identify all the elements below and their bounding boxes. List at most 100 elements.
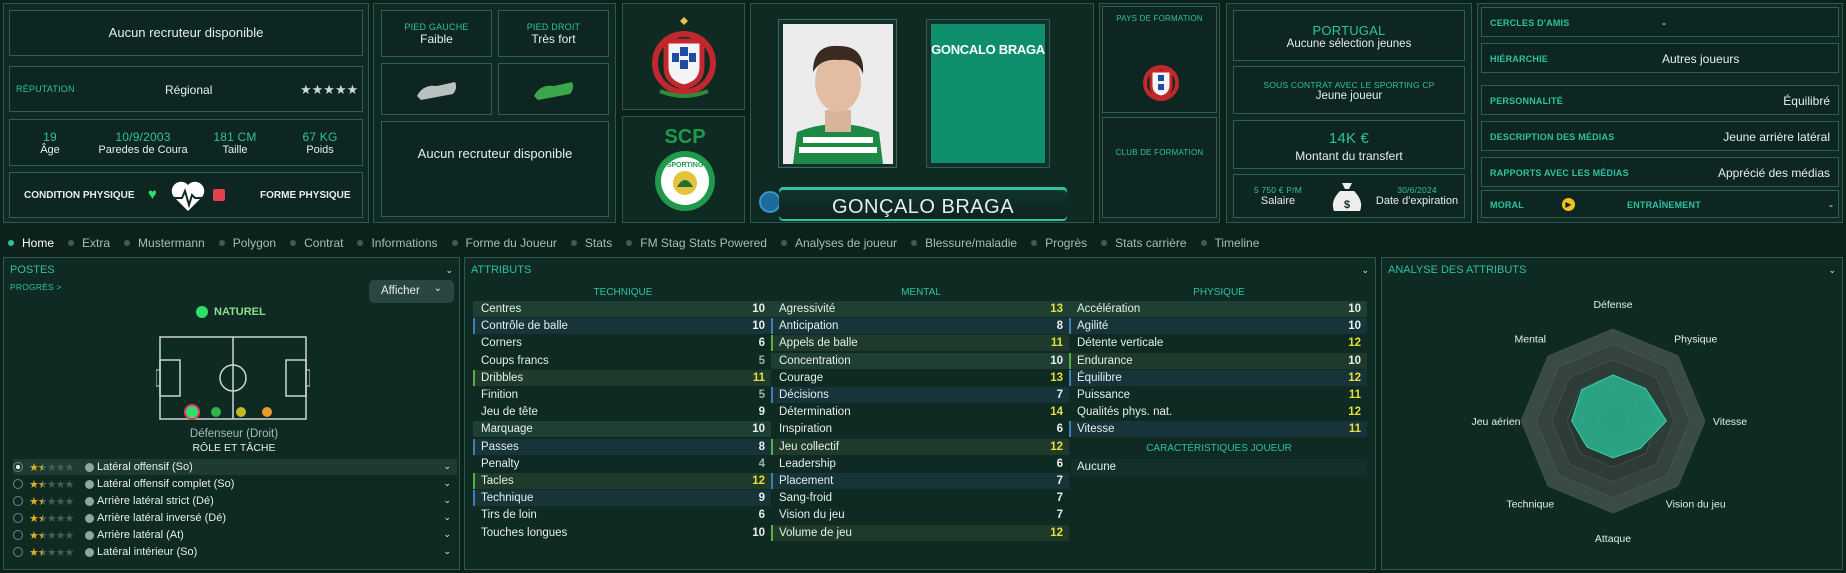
role-radio[interactable] [13, 530, 23, 540]
chevron-down-icon[interactable]: ⌄ [443, 478, 451, 489]
tab-polygon[interactable]: Polygon [218, 236, 276, 250]
tab-timeline[interactable]: Timeline [1200, 236, 1259, 250]
info-icon[interactable] [85, 496, 94, 506]
info-icon[interactable] [85, 479, 94, 489]
age-label: Âge [40, 144, 60, 156]
attribute-row[interactable]: Centres 10 [473, 301, 771, 317]
svg-text:$: $ [1344, 199, 1350, 211]
tab-forme-du-joueur[interactable]: Forme du Joueur [451, 236, 557, 250]
chevron-down-icon[interactable]: ⌄ [443, 495, 451, 506]
attribute-value: 11 [1348, 423, 1361, 436]
training-label: ENTRAÎNEMENT [1627, 200, 1701, 210]
role-radio[interactable] [13, 462, 23, 472]
tab-label: Home [22, 236, 55, 250]
attribute-row[interactable]: Concentration 10 [771, 352, 1069, 369]
attribute-row[interactable]: Agilité 10 [1069, 318, 1367, 335]
role-row[interactable]: ★★★★★ Latéral offensif (So) ⌄ [13, 459, 457, 475]
attribute-name: Agressivité [779, 303, 836, 315]
attribute-row[interactable]: Puissance 11 [1069, 387, 1367, 403]
age-value: 19 [43, 130, 57, 144]
tab-informations[interactable]: Informations [357, 236, 438, 250]
attribute-row[interactable]: Vitesse 11 [1069, 421, 1367, 438]
attributes-collapse-icon[interactable]: ⌄ [1361, 265, 1369, 276]
tab-extra[interactable]: Extra [68, 236, 110, 250]
attribute-row[interactable]: Qualités phys. nat. 12 [1069, 404, 1367, 420]
chevron-down-icon[interactable]: ⌄ [443, 461, 451, 472]
attribute-row[interactable]: Vision du jeu 7 [771, 507, 1069, 523]
attribute-name: Sang-froid [779, 492, 833, 505]
attribute-row[interactable]: Passes 8 [473, 438, 771, 455]
personality-label: DESCRIPTION DES MÉDIAS [1490, 132, 1615, 142]
attribute-row[interactable]: Agressivité 13 [771, 301, 1069, 317]
tab-analyses-de-joueur[interactable]: Analyses de joueur [780, 236, 897, 250]
attribute-row[interactable]: Leadership 6 [771, 456, 1069, 472]
role-radio[interactable] [13, 513, 23, 523]
role-row[interactable]: ★★★★★ Latéral intérieur (So) ⌄ [13, 544, 457, 560]
role-name: Arrière latéral strict (Dé) [97, 495, 214, 507]
attribute-row[interactable]: Tirs de loin 6 [473, 507, 771, 523]
attribute-row[interactable]: Dribbles 11 [473, 369, 771, 386]
tab-fm-stag-stats-powered[interactable]: FM Stag Stats Powered [626, 236, 767, 250]
info-icon[interactable] [85, 530, 94, 540]
attribute-row[interactable]: Finition 5 [473, 387, 771, 403]
info-icon[interactable] [85, 513, 94, 523]
attribute-row[interactable]: Anticipation 8 [771, 318, 1069, 335]
attribute-row[interactable]: Jeu collectif 12 [771, 438, 1069, 455]
attribute-row[interactable]: Penalty 4 [473, 456, 771, 472]
natural-label: NATUREL [214, 306, 266, 318]
attribute-row[interactable]: Jeu de tête 9 [473, 404, 771, 420]
attribute-row[interactable]: Volume de jeu 12 [771, 524, 1069, 541]
attribute-row[interactable]: Appels de balle 11 [771, 335, 1069, 352]
attribute-row[interactable]: Contrôle de balle 10 [473, 318, 771, 335]
tab-contrat[interactable]: Contrat [290, 236, 343, 250]
role-row[interactable]: ★★★★★ Arrière latéral inversé (Dé) ⌄ [13, 510, 457, 526]
attribute-row[interactable]: Technique 9 [473, 490, 771, 507]
info-icon[interactable] [85, 462, 94, 472]
attribute-row[interactable]: Équilibre 12 [1069, 369, 1367, 386]
show-button[interactable]: Afficher ⌄ [369, 280, 454, 303]
personality-value: Équilibré [1783, 94, 1830, 108]
attribute-row[interactable]: Touches longues 10 [473, 525, 771, 541]
role-row[interactable]: ★★★★★ Latéral offensif complet (So) ⌄ [13, 476, 457, 492]
tab-dot-icon [1101, 240, 1108, 246]
personality-row: HIÉRARCHIE Autres joueurs [1481, 43, 1839, 73]
attribute-row[interactable]: Tacles 12 [473, 473, 771, 489]
attribute-name: Contrôle de balle [481, 320, 568, 333]
attribute-row[interactable]: Coups francs 5 [473, 353, 771, 369]
role-row[interactable]: ★★★★★ Arrière latéral strict (Dé) ⌄ [13, 493, 457, 509]
tab-stats[interactable]: Stats [570, 236, 612, 250]
tab-stats-carri-re[interactable]: Stats carrière [1101, 236, 1187, 250]
progress-link[interactable]: PROGRÈS > [10, 282, 62, 292]
attribute-row[interactable]: Endurance 10 [1069, 352, 1367, 369]
attribute-row[interactable]: Inspiration 6 [771, 421, 1069, 437]
attribute-row[interactable]: Détente verticale 12 [1069, 335, 1367, 351]
attribute-name: Puissance [1077, 389, 1131, 401]
left-boot-box [381, 63, 492, 115]
formation-country-label: PAYS DE FORMATION [1116, 14, 1203, 23]
attribute-row[interactable]: Sang-froid 7 [771, 490, 1069, 506]
positions-collapse-icon[interactable]: ⌄ [445, 265, 453, 276]
chevron-down-icon[interactable]: ⌄ [443, 546, 451, 557]
role-radio[interactable] [13, 496, 23, 506]
tab-progr-s[interactable]: Progrès [1031, 236, 1087, 250]
info-icon[interactable] [85, 547, 94, 557]
attribute-value: 12 [1050, 526, 1063, 539]
attribute-row[interactable]: Placement 7 [771, 473, 1069, 489]
tab-blessure-maladie[interactable]: Blessure/maladie [911, 236, 1017, 250]
role-radio[interactable] [13, 547, 23, 557]
attribute-row[interactable]: Corners 6 [473, 335, 771, 351]
attribute-row[interactable]: Accélération 10 [1069, 301, 1367, 317]
attribute-name: Appels de balle [779, 337, 858, 350]
chevron-down-icon[interactable]: ⌄ [443, 512, 451, 523]
attribute-row[interactable]: Courage 13 [771, 370, 1069, 386]
personality-row: PERSONNALITÉ Équilibré [1481, 85, 1839, 115]
attribute-row[interactable]: Détermination 14 [771, 404, 1069, 420]
morale-icon: ▶ [1562, 198, 1575, 211]
attribute-row[interactable]: Décisions 7 [771, 387, 1069, 403]
attribute-row[interactable]: Marquage 10 [473, 421, 771, 438]
tab-home[interactable]: Home [8, 236, 54, 250]
chevron-down-icon[interactable]: ⌄ [443, 529, 451, 540]
role-row[interactable]: ★★★★★ Arrière latéral (At) ⌄ [13, 527, 457, 543]
tab-mustermann[interactable]: Mustermann [124, 236, 205, 250]
role-radio[interactable] [13, 479, 23, 489]
